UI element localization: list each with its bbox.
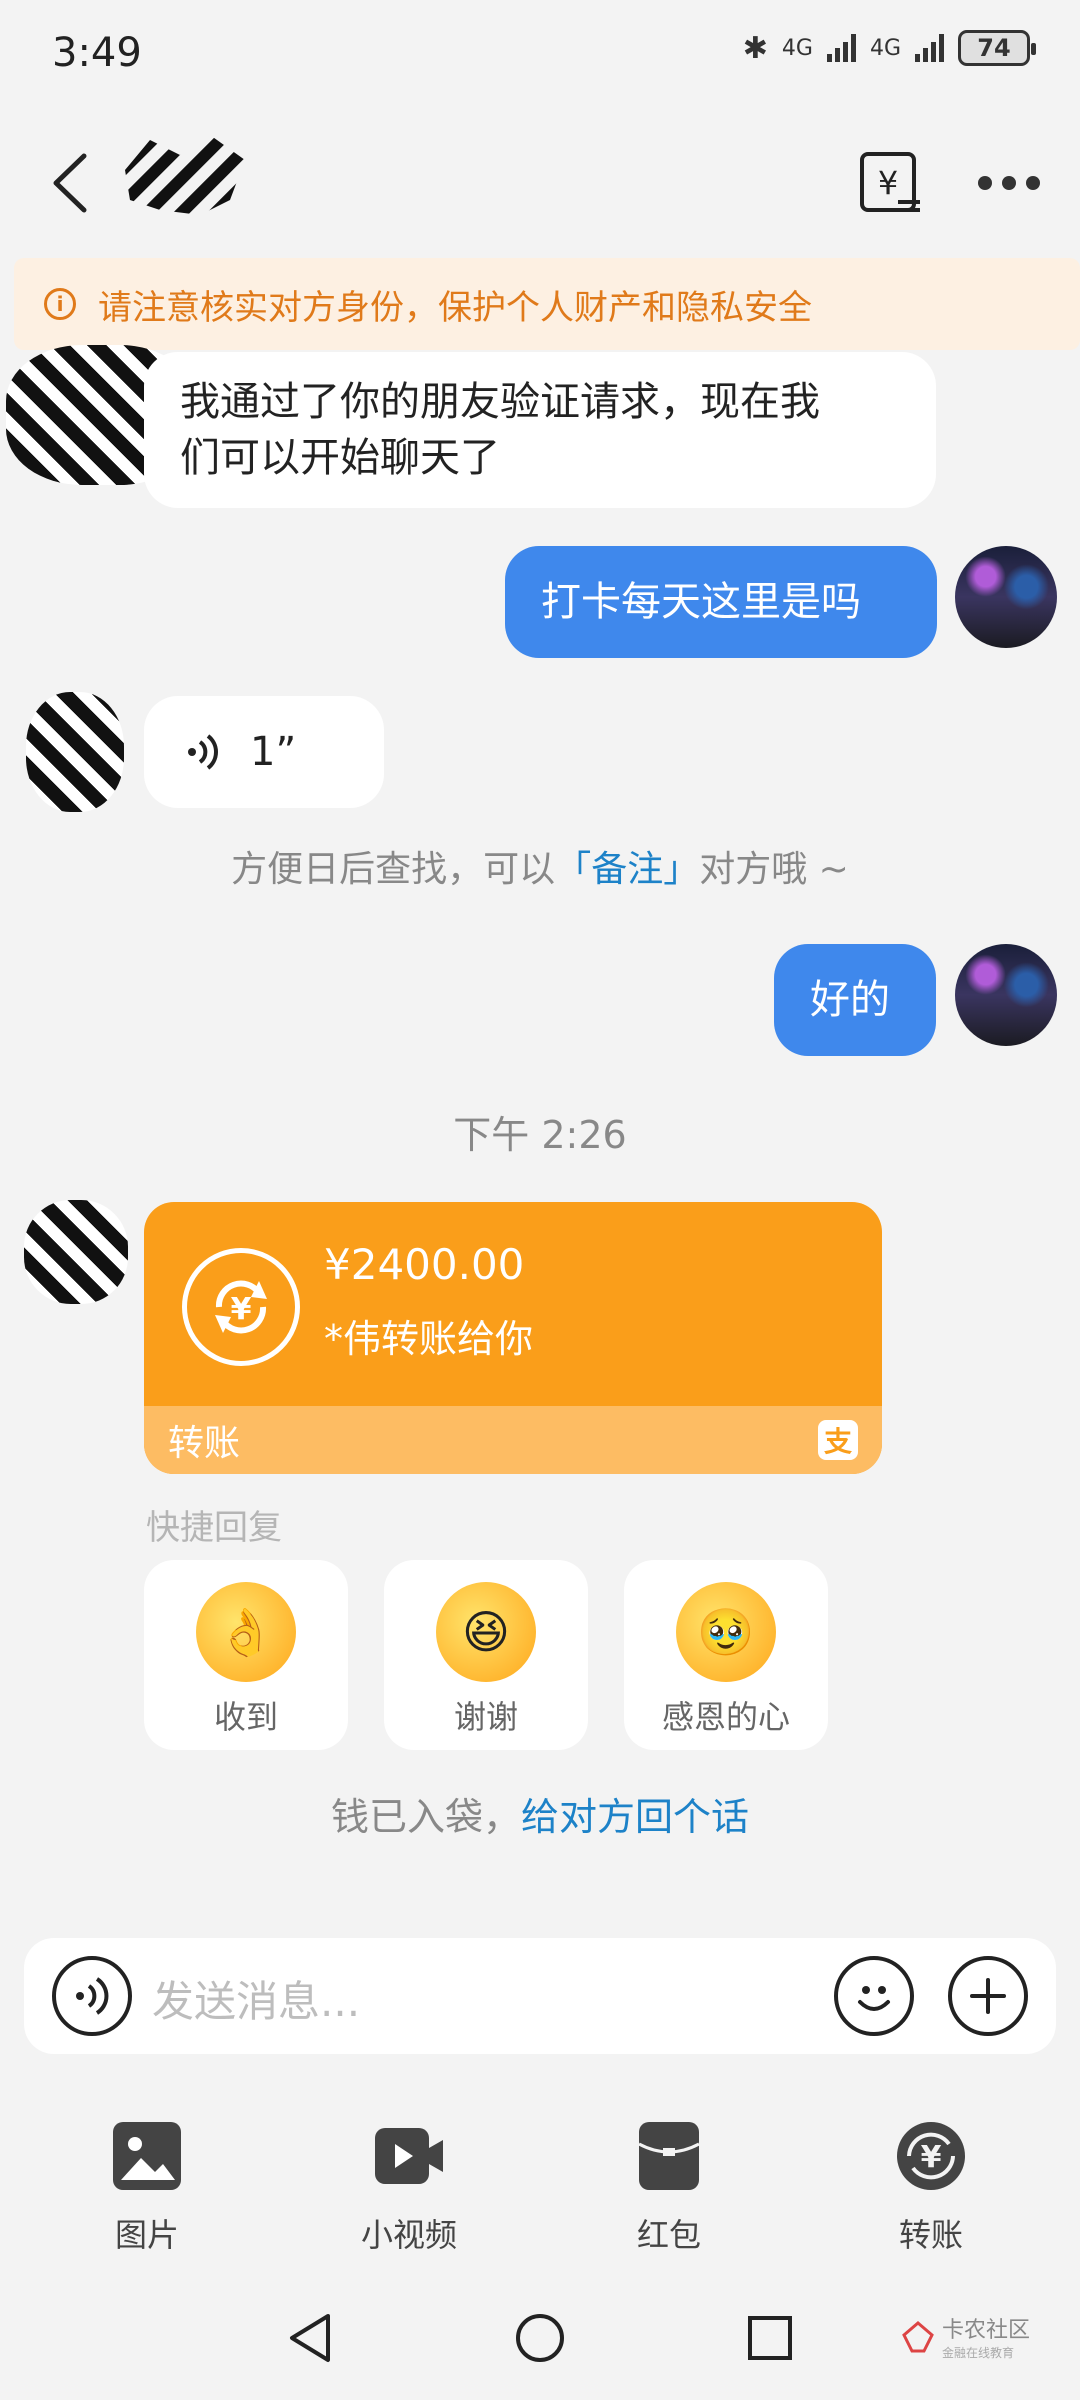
image-icon [113,2122,181,2190]
warning-text: 请注意核实对方身份，保护个人财产和隐私安全 [98,287,812,328]
tool-red-packet[interactable]: 红包 [594,2120,744,2256]
quick-reply-title: 快捷回复 [146,1508,282,1548]
voice-wave-icon [76,1977,109,2015]
more-dot-icon [1002,176,1016,190]
message-input[interactable]: 发送消息... [152,1968,360,2029]
timestamp: 下午 2:26 [453,1113,627,1157]
contact-name-masked[interactable] [120,130,250,220]
laughing-emoji-icon: 😆 [436,1582,536,1682]
alipay-icon: 支 [818,1420,858,1460]
tool-label: 红包 [636,2216,701,2254]
status-time: 3:49 [52,30,142,76]
contact-avatar[interactable] [24,1200,128,1304]
triangle-back-icon [290,2314,330,2362]
masked-name-icon [125,135,245,215]
video-icon [375,2128,443,2184]
message-bubble-outgoing[interactable]: 好的 [774,944,936,1056]
tool-label: 图片 [114,2216,179,2254]
watermark-subtitle: 金融在线教育 [942,2346,1015,2360]
transfer-amount: ¥2400.00 [324,1240,525,1289]
battery-icon: 74 [958,30,1036,66]
user-avatar[interactable] [955,944,1057,1046]
quick-reply-label: 收到 [213,1698,278,1736]
received-prefix: 钱已入袋， [330,1795,521,1839]
watermark-title: 卡农社区 [942,2318,1031,2343]
ok-emoji-icon: 👌 [196,1582,296,1682]
square-recents-icon [748,2316,792,2360]
user-avatar[interactable] [955,546,1057,648]
network-label-2: 4G [869,35,901,61]
battery-level: 74 [977,34,1011,62]
remark-hint-suffix: 对方哦 ~ [699,849,849,890]
quick-reply-grateful[interactable]: 🥹 感恩的心 [624,1560,828,1750]
smiley-icon [858,1986,890,2011]
nav-back-button[interactable] [284,2310,336,2370]
signal-icon-2 [915,34,944,62]
plus-icon [970,1978,1006,2014]
svg-text:¥: ¥ [231,1292,252,1327]
watermark-logo-icon [902,2320,934,2352]
more-options-button[interactable] [978,165,1042,201]
quick-reply-received[interactable]: 👌 收到 [144,1560,348,1750]
back-button[interactable] [46,148,96,218]
voice-wave-icon [188,734,218,770]
quick-reply-thanks[interactable]: 😆 谢谢 [384,1560,588,1750]
circle-home-icon [516,2314,564,2362]
signal-icon [826,34,856,62]
tool-image[interactable]: 图片 [72,2120,222,2256]
contact-avatar[interactable] [26,692,124,812]
money-received-note: 钱已入袋，给对方回个话 [0,1786,1080,1841]
more-actions-button[interactable] [948,1956,1028,2036]
grateful-emoji-icon: 🥹 [676,1582,776,1682]
nav-home-button[interactable] [514,2310,566,2370]
svg-text:¥: ¥ [878,164,898,202]
red-packet-icon [638,2122,700,2190]
svg-text:¥: ¥ [921,2140,942,2175]
quick-reply-label: 感恩的心 [661,1698,790,1736]
more-dot-icon [1026,176,1040,190]
network-label-1: 4G [781,35,813,61]
transfer-cycle-icon: ¥ [182,1248,300,1366]
message-bubble-outgoing[interactable]: 打卡每天这里是吗 [505,546,937,658]
transfer-icon: ¥ [897,2122,965,2190]
tool-transfer[interactable]: ¥ 转账 [856,2120,1006,2256]
message-text-line: 们可以开始聊天了 [180,435,500,481]
info-icon: i [44,288,76,320]
tool-short-video[interactable]: 小视频 [334,2120,484,2256]
transfer-shortcut-button[interactable]: ¥ [858,150,924,216]
transfer-label: 转账 [168,1423,241,1464]
more-dot-icon [978,176,992,190]
watermark: 卡农社区 金融在线教育 [900,2312,1030,2361]
remark-hint: 方便日后查找，可以「备注」对方哦 ~ [0,840,1080,892]
tool-label: 小视频 [360,2216,457,2254]
tool-label: 转账 [898,2216,963,2254]
transfer-card[interactable]: ¥ ¥2400.00 *伟转账给你 转账 支 [144,1202,882,1474]
yen-receipt-icon: ¥ [860,152,920,212]
message-text-line: 我通过了你的朋友验证请求，现在我 [180,379,820,425]
voice-input-button[interactable] [52,1956,132,2036]
message-bubble-incoming[interactable]: 我通过了你的朋友验证请求，现在我 们可以开始聊天了 [144,352,936,508]
reply-link[interactable]: 给对方回个话 [521,1795,749,1839]
safety-warning-banner: i 请注意核实对方身份，保护个人财产和隐私安全 [14,258,1080,350]
quick-reply-label: 谢谢 [453,1698,518,1736]
remark-link[interactable]: 「备注」 [555,849,699,890]
transfer-sender: *伟转账给你 [324,1317,534,1361]
remark-hint-prefix: 方便日后查找，可以 [231,849,556,890]
bluetooth-icon: ✱ [742,30,768,66]
chevron-left-icon [53,153,87,213]
nav-recents-button[interactable] [744,2310,796,2370]
voice-message-bubble[interactable]: 1” [144,696,384,808]
status-icons: ✱ 4G 4G 74 [742,30,1036,66]
voice-duration: 1” [250,729,297,775]
emoji-button[interactable] [834,1956,914,2036]
message-text: 好的 [810,977,890,1023]
message-text: 打卡每天这里是吗 [541,579,861,625]
